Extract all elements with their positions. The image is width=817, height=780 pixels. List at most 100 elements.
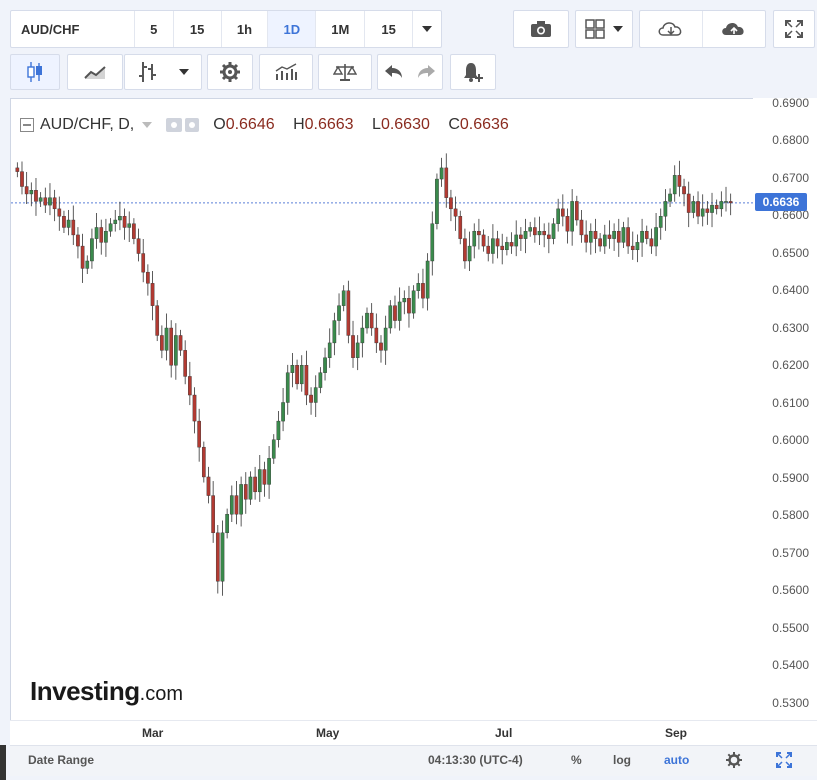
candle bbox=[295, 359, 299, 390]
candle bbox=[379, 335, 383, 363]
undo-icon[interactable] bbox=[383, 64, 403, 80]
candle bbox=[85, 255, 90, 275]
eye-icon[interactable] bbox=[166, 118, 183, 132]
price-axis[interactable]: 0.6900 0.6800 0.6700 0.6600 0.6500 0.640… bbox=[753, 96, 817, 720]
cloud-download-icon bbox=[658, 22, 682, 36]
candle bbox=[565, 208, 570, 244]
candle bbox=[201, 441, 206, 483]
y-tick: 0.5600 bbox=[772, 583, 809, 597]
open-label: O bbox=[213, 116, 226, 133]
candle bbox=[299, 355, 304, 392]
candle bbox=[556, 198, 560, 232]
time-axis[interactable]: Mar May Jul Sep bbox=[10, 720, 817, 745]
candle bbox=[714, 199, 719, 215]
compare-button[interactable] bbox=[318, 54, 372, 90]
interval-15-custom[interactable]: 15 bbox=[365, 11, 414, 47]
candle bbox=[304, 350, 309, 406]
candle bbox=[374, 313, 379, 353]
high-value: 0.6663 bbox=[304, 116, 354, 133]
candle bbox=[108, 218, 113, 237]
expand-icon[interactable] bbox=[776, 752, 792, 768]
gear-icon[interactable] bbox=[726, 752, 742, 768]
indicators-button[interactable] bbox=[259, 54, 313, 90]
chart-settings-button[interactable] bbox=[207, 54, 253, 90]
load-chart-button[interactable] bbox=[640, 11, 703, 47]
x-tick: Jul bbox=[495, 726, 513, 740]
percent-toggle[interactable]: % bbox=[571, 753, 582, 767]
low-value: 0.6630 bbox=[380, 116, 430, 133]
date-range-button[interactable]: Date Range bbox=[28, 753, 94, 767]
top-toolbar: AUD/CHF 5 15 1h 1D 1M 15 bbox=[10, 10, 817, 48]
y-tick: 0.6100 bbox=[772, 396, 809, 410]
candles-style-button[interactable] bbox=[10, 54, 60, 90]
gear-icon[interactable] bbox=[185, 118, 200, 132]
candle bbox=[630, 231, 635, 260]
candle bbox=[509, 232, 514, 254]
candle bbox=[393, 295, 397, 329]
clock-display[interactable]: 04:13:30 (UTC-4) bbox=[428, 753, 523, 767]
candle bbox=[682, 178, 686, 207]
interval-1m[interactable]: 1M bbox=[316, 11, 366, 47]
candle bbox=[62, 210, 66, 234]
candle bbox=[369, 303, 374, 336]
high-label: H bbox=[293, 116, 305, 133]
caret-down-icon bbox=[179, 69, 189, 75]
undo-redo-group bbox=[377, 54, 443, 90]
candle bbox=[271, 434, 276, 464]
indicators-icon bbox=[275, 63, 297, 80]
y-tick: 0.5400 bbox=[772, 658, 809, 672]
candle bbox=[192, 387, 197, 434]
y-tick: 0.6700 bbox=[772, 171, 809, 185]
interval-1d[interactable]: 1D bbox=[268, 11, 317, 47]
candle bbox=[267, 446, 271, 499]
candle bbox=[290, 352, 295, 388]
last-price-tag: 0.6636 bbox=[755, 193, 807, 211]
candle bbox=[15, 162, 20, 178]
alert-button[interactable] bbox=[450, 54, 496, 90]
open-value: 0.6646 bbox=[225, 116, 275, 133]
candle bbox=[425, 253, 430, 311]
candle bbox=[90, 228, 94, 269]
bar-chart-icon bbox=[139, 62, 156, 82]
candle bbox=[276, 411, 281, 448]
candle bbox=[146, 264, 150, 296]
investing-logo: Investing.com bbox=[30, 676, 183, 707]
candle bbox=[318, 367, 323, 394]
candle bbox=[262, 461, 267, 497]
candlestick-icon bbox=[27, 62, 42, 82]
save-chart-button[interactable] bbox=[703, 11, 765, 47]
candle bbox=[164, 313, 169, 361]
candle bbox=[248, 471, 253, 505]
candle bbox=[220, 520, 225, 596]
candle bbox=[444, 153, 449, 208]
candle bbox=[686, 181, 691, 228]
interval-15[interactable]: 15 bbox=[174, 11, 222, 47]
candle bbox=[486, 236, 491, 262]
layout-button[interactable] bbox=[575, 10, 633, 48]
candle bbox=[691, 195, 696, 219]
logo-suffix: .com bbox=[139, 683, 183, 705]
candle bbox=[560, 194, 565, 227]
fullscreen-button[interactable] bbox=[773, 10, 815, 48]
redo-icon[interactable] bbox=[417, 64, 437, 80]
line-style-button[interactable] bbox=[67, 54, 123, 90]
candle bbox=[584, 220, 588, 253]
candle bbox=[20, 161, 24, 195]
screenshot-button[interactable] bbox=[513, 10, 569, 48]
symbol-search[interactable]: AUD/CHF bbox=[11, 11, 135, 47]
candle bbox=[528, 221, 533, 237]
collapse-legend-icon[interactable] bbox=[20, 118, 34, 132]
candle bbox=[57, 196, 62, 231]
interval-1h[interactable]: 1h bbox=[222, 11, 269, 47]
candle bbox=[481, 229, 486, 252]
auto-toggle[interactable]: auto bbox=[664, 753, 689, 767]
candle bbox=[607, 220, 612, 249]
candle bbox=[71, 205, 76, 245]
interval-5[interactable]: 5 bbox=[135, 11, 174, 47]
log-toggle[interactable]: log bbox=[613, 753, 631, 767]
candle bbox=[211, 481, 215, 543]
caret-down-icon[interactable] bbox=[142, 122, 153, 128]
bar-style-button[interactable] bbox=[124, 54, 202, 90]
y-tick: 0.6800 bbox=[772, 133, 809, 147]
interval-dropdown[interactable] bbox=[413, 11, 441, 47]
